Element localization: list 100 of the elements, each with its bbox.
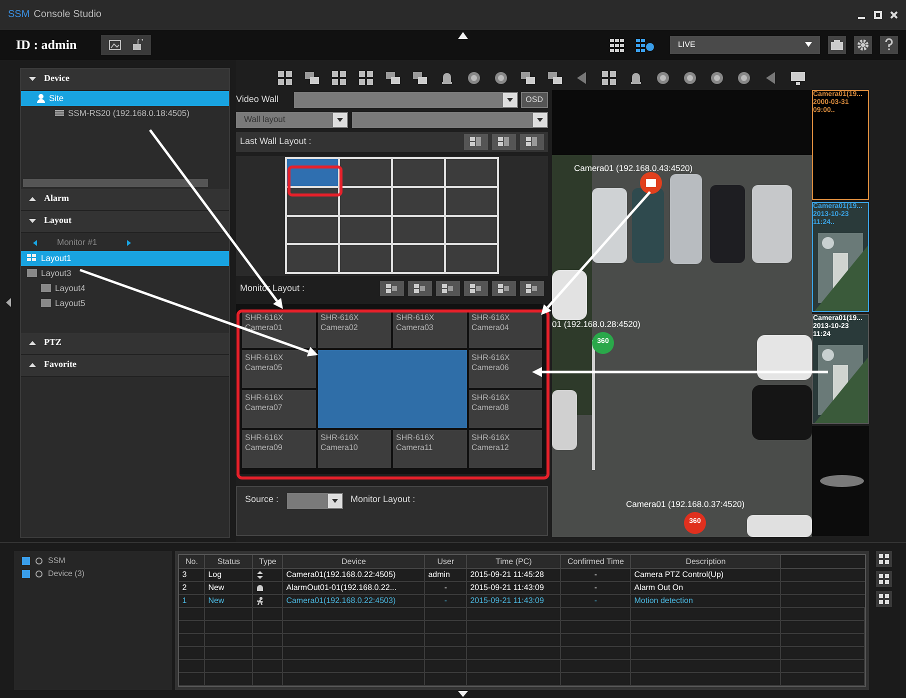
table-cell — [253, 672, 284, 686]
monitor-cell[interactable]: SHR-616X Camera08 — [468, 390, 542, 428]
checkbox[interactable] — [22, 557, 30, 566]
wall-cell[interactable] — [340, 159, 391, 186]
column-header[interactable]: Type — [253, 554, 284, 569]
wall-undo-button[interactable] — [464, 134, 488, 150]
help-button[interactable] — [880, 36, 898, 54]
monitor-cell[interactable]: SHR-616X Camera06 — [468, 350, 542, 388]
table-cell — [179, 646, 206, 660]
column-header[interactable]: Confirmed Time — [561, 554, 632, 569]
wall-cell[interactable] — [446, 159, 497, 186]
panel-header[interactable]: Device — [21, 68, 229, 91]
scrollbar[interactable] — [23, 178, 208, 187]
panel-header[interactable]: Favorite — [21, 354, 229, 377]
collapse-arrow-icon — [458, 32, 468, 39]
merged-monitor-cell[interactable] — [318, 350, 466, 428]
monitor-cell[interactable]: SHR-616X Camera12 — [468, 430, 542, 468]
monitor-cell[interactable]: SHR-616X Camera10 — [318, 430, 391, 468]
source-select[interactable] — [286, 492, 343, 509]
wall-cell[interactable] — [287, 216, 338, 244]
tree-item[interactable]: SSM-RS20 (192.168.0.18:4505) — [21, 106, 229, 121]
tree-item[interactable]: Device (3) — [48, 568, 84, 580]
maximize-button[interactable] — [874, 10, 882, 19]
column-header[interactable]: User — [425, 554, 468, 569]
column-header[interactable]: Time (PC) — [467, 554, 562, 569]
column-header[interactable]: Description — [631, 554, 782, 569]
monitor-cell[interactable]: SHR-616X Camera02 — [318, 310, 391, 348]
node-icon — [35, 570, 43, 578]
arrows-icon — [256, 570, 264, 579]
wall-cell[interactable] — [393, 188, 444, 215]
table-cell: Camera01(192.168.0.22:4503) — [283, 594, 426, 608]
table-cell: Camera01(192.168.0.22:4505) — [283, 568, 426, 582]
table-cell — [425, 608, 468, 621]
monitor-cell[interactable]: SHR-616X Camera03 — [393, 310, 466, 348]
circle-icon — [655, 70, 671, 86]
table-cell — [179, 620, 206, 634]
layout-split-button[interactable] — [464, 281, 488, 296]
table-cell: 2 — [179, 582, 206, 595]
dropdown-caret-icon — [506, 98, 513, 102]
column-header[interactable]: Device — [283, 554, 426, 569]
dropdown-caret-icon — [332, 498, 338, 503]
layout-swap-button[interactable] — [380, 281, 404, 296]
panel-header[interactable]: PTZ — [21, 332, 229, 355]
field-label: Source : — [245, 492, 279, 506]
wall-cell[interactable] — [446, 216, 497, 244]
column-header[interactable]: No. — [179, 554, 206, 569]
monitor-cell[interactable]: SHR-616X Camera07 — [242, 390, 316, 428]
image-icon — [108, 40, 121, 50]
circle-icon — [493, 70, 509, 86]
wall-play-button[interactable] — [520, 134, 544, 150]
layout-icon — [498, 284, 510, 294]
wall-layout-button[interactable] — [492, 134, 516, 150]
layout-list-button[interactable] — [492, 281, 516, 296]
close-icon — [890, 10, 898, 19]
layout-fit-button[interactable] — [436, 281, 460, 296]
wall-cell[interactable] — [446, 245, 497, 272]
wall-cell[interactable] — [340, 245, 391, 272]
tree-item[interactable]: Layout3 — [21, 266, 229, 281]
table-cell: - — [425, 582, 468, 595]
wall-cell[interactable] — [340, 216, 391, 244]
wall-cell[interactable] — [287, 245, 338, 272]
wall-cell[interactable] — [446, 188, 497, 215]
column-header[interactable]: Status — [205, 554, 254, 569]
table-cell — [179, 672, 206, 686]
tree-item[interactable]: SSM — [48, 555, 66, 568]
wall-cell[interactable] — [393, 245, 444, 272]
table-cell — [205, 672, 254, 686]
grid-icon — [601, 70, 617, 86]
panel-header[interactable]: Alarm — [21, 188, 229, 211]
monitor-cell[interactable]: SHR-616X Camera09 — [242, 430, 316, 468]
table-cell: Camera PTZ Control(Up) — [631, 568, 782, 582]
panel-header[interactable]: Layout — [21, 210, 229, 233]
mode-select[interactable]: LIVE — [670, 36, 820, 54]
monitor-cell[interactable]: SHR-616X Camera05 — [242, 350, 316, 388]
layout-icon — [470, 137, 482, 146]
table-cell: admin — [425, 568, 468, 582]
server-icon — [55, 110, 64, 116]
camera-button[interactable] — [828, 36, 846, 54]
settings-button[interactable] — [854, 36, 872, 54]
wall-cell[interactable] — [340, 188, 391, 215]
checkbox[interactable] — [22, 570, 30, 578]
table-cell — [205, 646, 254, 660]
layout-grid-button[interactable] — [520, 281, 544, 296]
wall-cell[interactable] — [393, 216, 444, 244]
grid-button[interactable] — [876, 550, 892, 567]
monitor-cell[interactable]: SHR-616X Camera04 — [468, 310, 542, 348]
table-cell — [179, 608, 206, 621]
running-figure-icon — [256, 596, 264, 605]
monitor-cell[interactable]: SHR-616X Camera11 — [393, 430, 466, 468]
windows-icon — [385, 70, 401, 86]
wall-cell[interactable] — [393, 159, 444, 186]
layout-select[interactable] — [352, 112, 548, 128]
layout-all-button[interactable] — [408, 281, 432, 296]
tree-item[interactable]: Layout5 — [21, 296, 229, 311]
table-cell — [179, 660, 206, 673]
video-wall-select[interactable] — [294, 92, 518, 108]
tree-item[interactable]: Layout4 — [21, 280, 229, 296]
table-cell — [253, 646, 284, 660]
osd-button[interactable]: OSD — [520, 92, 548, 108]
user-icon — [37, 94, 45, 103]
